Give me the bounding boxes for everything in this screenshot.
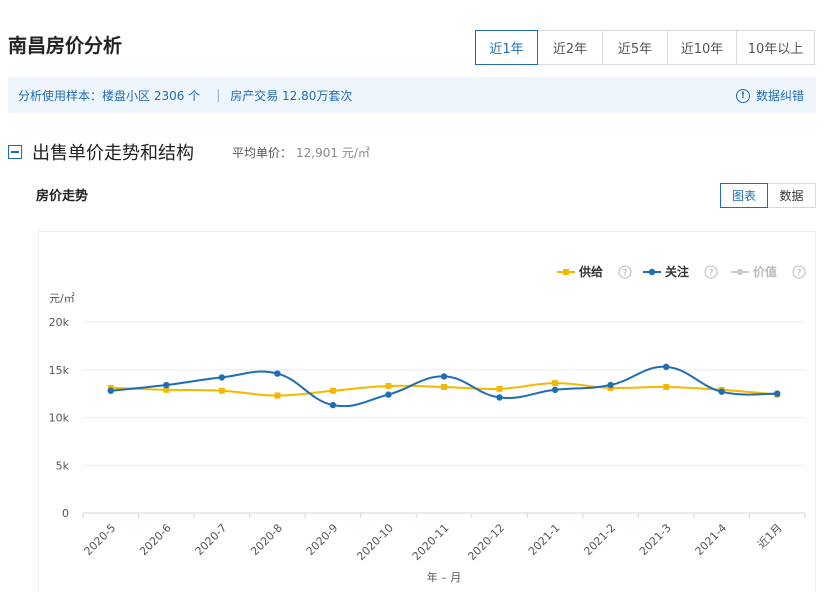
y-tick-label: 5k	[56, 459, 70, 472]
sample-info-bar: 分析使用样本： 楼盘小区 2306 个 | 房产交易 12.80万套次 ! 数据…	[8, 77, 816, 113]
attention-point	[774, 390, 781, 397]
sample-label: 分析使用样本：	[18, 88, 103, 103]
range-tab-1y[interactable]: 近1年	[475, 30, 538, 65]
legend-attention-marker	[648, 268, 656, 276]
supply-point	[441, 383, 447, 390]
x-tick-label: 2021-1	[526, 521, 563, 558]
x-axis-label: 年 – 月	[427, 570, 462, 584]
x-tick-label: 2020-11	[410, 521, 452, 563]
supply-point	[329, 387, 336, 394]
legend-price-marker	[736, 268, 744, 276]
attention-point	[274, 370, 281, 377]
attention-point	[329, 401, 337, 409]
attention-point	[440, 373, 448, 380]
attention-point	[107, 387, 114, 394]
attention-point	[662, 363, 670, 371]
attention-point	[496, 394, 503, 401]
attention-point	[607, 381, 614, 389]
x-tick-label: 2021-3	[637, 521, 674, 558]
view-data-tab[interactable]: 数据	[768, 183, 816, 208]
supply-point	[663, 383, 670, 390]
supply-point	[552, 380, 559, 387]
supply-point	[218, 387, 225, 394]
help-icon-glyph: ?	[797, 269, 802, 279]
divider: |	[216, 88, 221, 102]
data-correction-link[interactable]: ! 数据纠错	[735, 87, 804, 104]
section-title: 出售单价走势和结构	[32, 143, 194, 164]
supply-point	[496, 385, 503, 392]
average-price: 平均单价： 12,901 元/㎡	[232, 144, 370, 161]
range-tab-2y[interactable]: 近2年	[538, 30, 603, 65]
legend-supply-label: 供给	[578, 264, 603, 279]
x-tick-label: 2020-10	[354, 521, 396, 563]
range-tab-10y[interactable]: 近10年	[668, 30, 737, 65]
view-toggle: 图表 数据	[720, 183, 816, 208]
trade-count: 房产交易 12.80万套次	[230, 88, 353, 103]
view-chart-tab[interactable]: 图表	[720, 183, 768, 208]
y-tick-label: 0	[62, 507, 69, 520]
attention-point	[385, 391, 392, 398]
x-tick-label: 2020-9	[304, 521, 341, 558]
y-tick-label: 10k	[49, 412, 70, 425]
x-tick-label: 2021-4	[693, 521, 730, 558]
range-tabs: 近1年 近2年 近5年 近10年 10年以上	[475, 30, 815, 65]
attention-point	[163, 381, 170, 389]
attention-point	[218, 374, 226, 381]
range-tab-10y-plus[interactable]: 10年以上	[737, 30, 815, 65]
sample-count: 楼盘小区 2306 个	[102, 88, 201, 103]
section-header: 出售单价走势和结构 平均单价： 12,901 元/㎡	[8, 139, 370, 165]
legend-attention-label: 关注	[665, 264, 689, 279]
info-icon: !	[735, 88, 750, 103]
x-tick-label: 2020-12	[465, 521, 507, 563]
legend-supply-marker	[563, 269, 569, 275]
page-title: 南昌房价分析	[8, 35, 123, 57]
y-axis-label: 元/㎡	[49, 292, 75, 305]
x-tick-label: 2020-7	[193, 521, 230, 558]
average-price-label: 平均单价：	[232, 145, 293, 160]
x-tick-label: 近1月	[755, 521, 785, 551]
average-price-value: 12,901 元/㎡	[296, 145, 370, 160]
x-tick-label: 2020-5	[82, 521, 119, 558]
y-tick-label: 15k	[49, 364, 70, 377]
attention-point	[718, 388, 725, 395]
supply-point	[274, 392, 281, 399]
price-trend-chart: 0 5k 10k 15k 20k 元/㎡ 2020-5 2020-6 2020-7 2020-8 2…	[49, 264, 806, 584]
x-tick-label: 2020-8	[248, 521, 285, 558]
attention-point	[551, 386, 559, 394]
help-icon-glyph: ?	[623, 269, 628, 279]
legend-price-label: 价值	[753, 264, 777, 279]
y-tick-label: 20k	[49, 316, 70, 329]
chart-container: 0 5k 10k 15k 20k 元/㎡ 2020-5 2020-6 2020-7 2020-8 2…	[38, 231, 816, 592]
supply-point	[385, 382, 392, 389]
x-tick-label: 2021-2	[581, 521, 618, 558]
collapse-icon[interactable]	[8, 145, 22, 159]
x-tick-label: 2020-6	[137, 521, 174, 558]
range-tab-5y[interactable]: 近5年	[603, 30, 668, 65]
trend-title: 房价走势	[36, 189, 89, 204]
help-icon-glyph: ?	[709, 269, 714, 279]
data-correction-label: 数据纠错	[755, 89, 804, 103]
